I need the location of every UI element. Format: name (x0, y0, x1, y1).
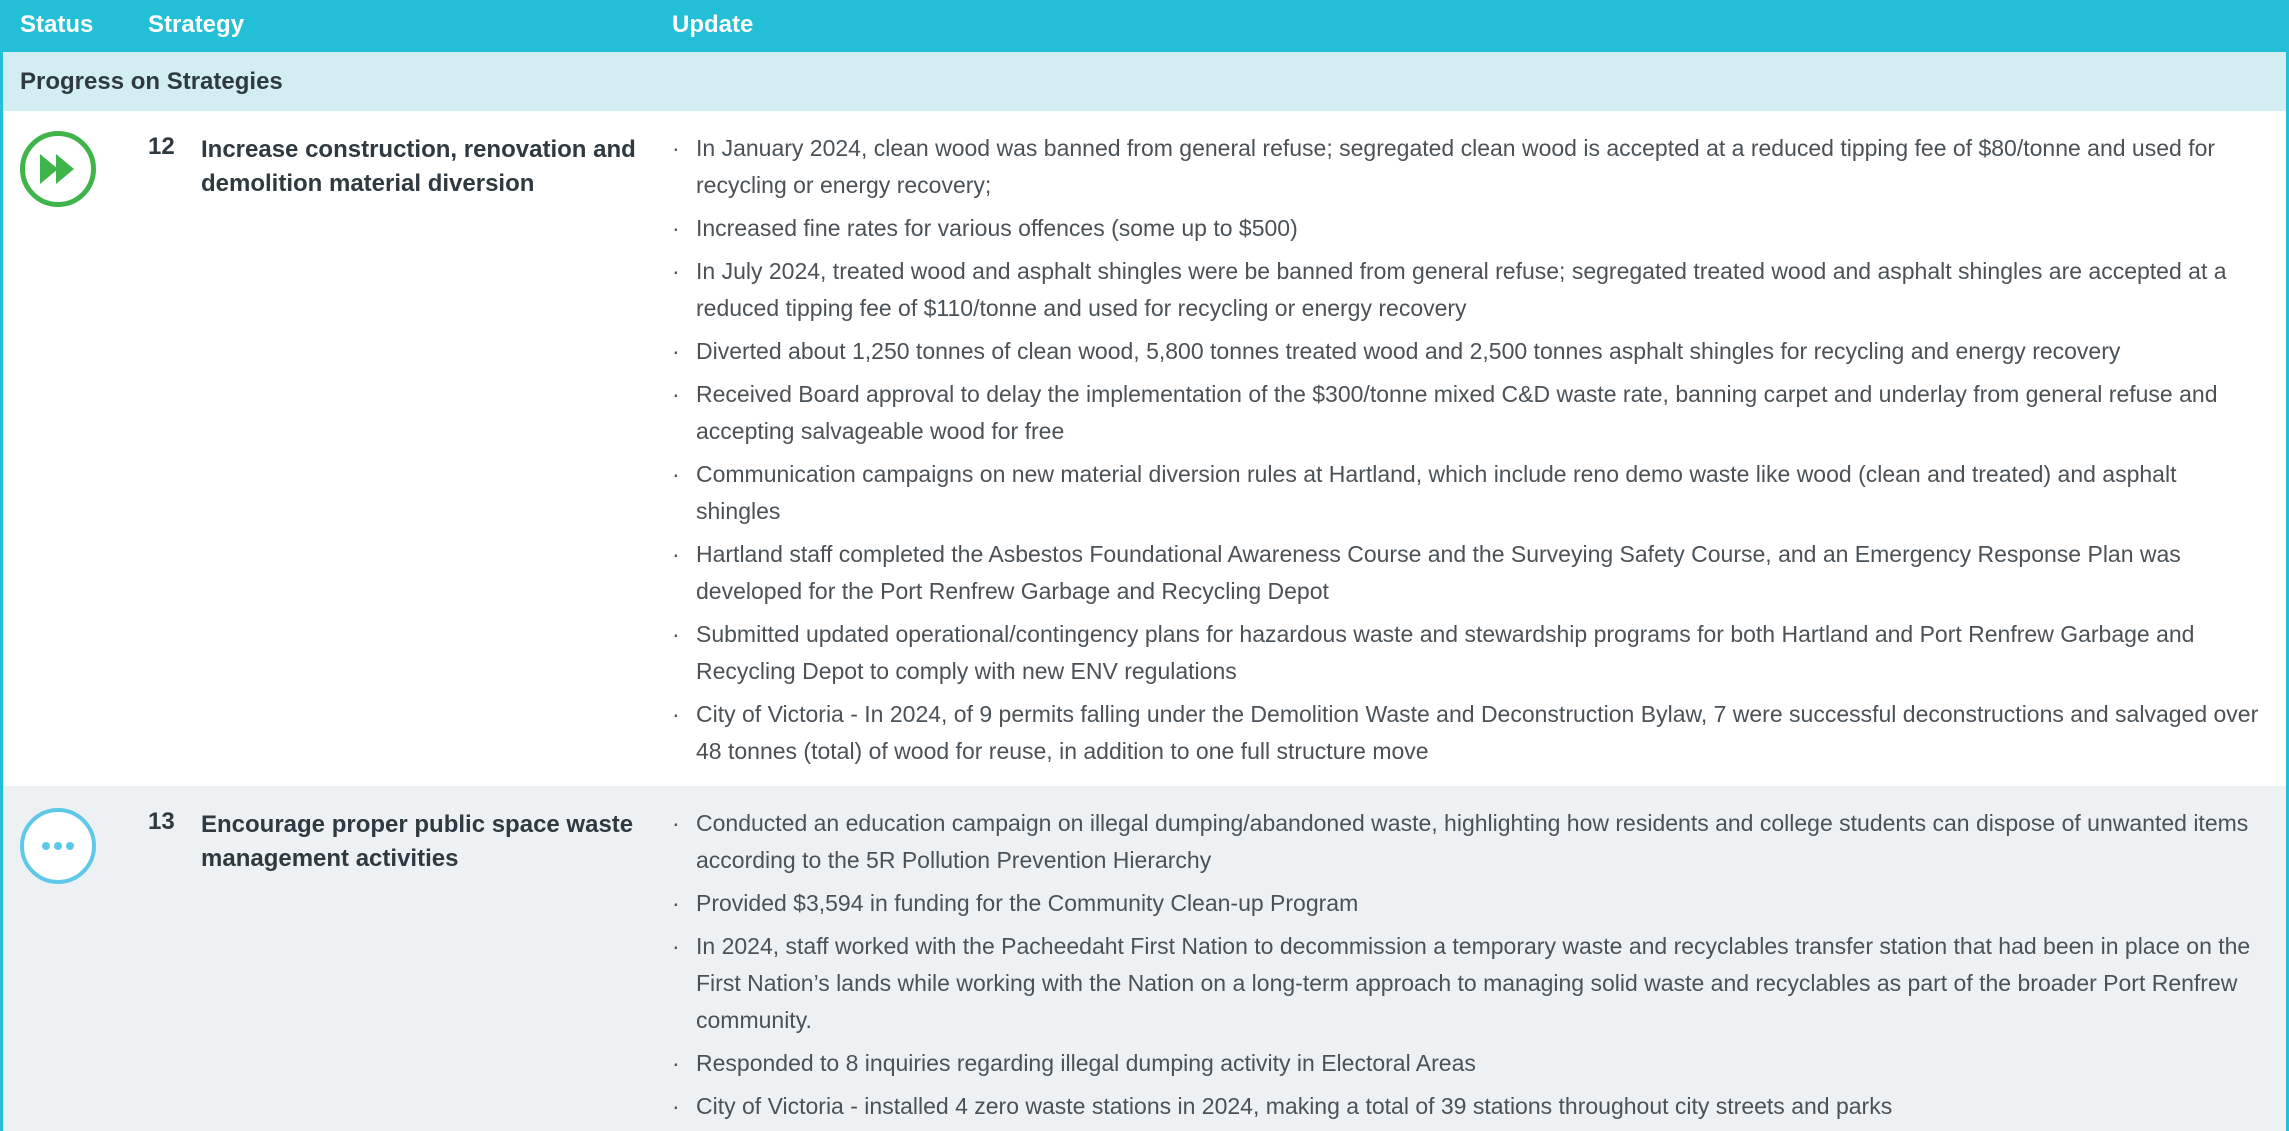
list-item: · Hartland staff completed the Asbestos F… (672, 536, 2262, 610)
update-text: Hartland staff completed the Asbestos Fo… (696, 541, 2181, 604)
bullet-icon: · (672, 1050, 680, 1076)
update-text: In 2024, staff worked with the Pacheedah… (696, 933, 2251, 1033)
bullet-icon: · (672, 933, 680, 959)
list-item: · City of Victoria - In 2024, of 9 permit… (672, 696, 2262, 770)
list-item: · Provided $3,594 in funding for the Comm… (672, 885, 2262, 922)
list-item: · Received Board approval to delay the im… (672, 376, 2262, 450)
update-text: In July 2024, treated wood and asphalt s… (696, 258, 2227, 321)
list-item: · City of Victoria - installed 4 zero was… (672, 1088, 2262, 1125)
bullet-icon: · (672, 381, 680, 407)
header-strategy: Strategy (148, 11, 245, 38)
update-text: Responded to 8 inquiries regarding illeg… (696, 1050, 1476, 1076)
update-text: City of Victoria - In 2024, of 9 permits… (696, 701, 2259, 764)
update-text: Communication campaigns on new material … (696, 461, 2177, 524)
bullet-icon: · (672, 215, 680, 241)
list-item: · Communication campaigns on new material… (672, 456, 2262, 530)
list-item: · Conducted an education campaign on ille… (672, 805, 2262, 879)
table-left-border (0, 0, 3, 1131)
strategy-title: Encourage proper public space waste mana… (201, 811, 634, 872)
section-heading-row: Progress on Strategies (0, 52, 2289, 111)
header-update: Update (672, 11, 754, 38)
update-text: Received Board approval to delay the imp… (696, 381, 2218, 444)
update-list: · In January 2024, clean wood was banned … (672, 130, 2262, 776)
header-status: Status (20, 11, 94, 38)
bullet-icon: · (672, 621, 680, 647)
update-text: Provided $3,594 in funding for the Commu… (696, 890, 1359, 916)
section-title: Progress on Strategies (20, 68, 283, 95)
ellipsis-icon (20, 808, 96, 884)
list-item: · Diverted about 1,250 tonnes of clean wo… (672, 333, 2262, 370)
bullet-icon: · (672, 258, 680, 284)
bullet-icon: · (672, 1093, 680, 1119)
bullet-icon: · (672, 135, 680, 161)
table-row: 13 Encourage proper public space waste m… (0, 786, 2289, 1131)
table-header: Status Strategy Update (0, 0, 2289, 52)
update-text: Submitted updated operational/contingenc… (696, 621, 2195, 684)
strategy-number: 13 (148, 808, 175, 835)
update-text: In January 2024, clean wood was banned f… (696, 135, 2216, 198)
update-text: City of Victoria - installed 4 zero wast… (696, 1093, 1893, 1119)
list-item: · Submitted updated operational/contingen… (672, 616, 2262, 690)
table-row: 12 Increase construction, renovation and… (0, 111, 2289, 786)
fast-forward-icon (20, 131, 96, 207)
list-item: · In January 2024, clean wood was banned … (672, 130, 2262, 204)
update-text: Increased fine rates for various offence… (696, 215, 1298, 241)
list-item: · Responded to 8 inquiries regarding ille… (672, 1045, 2262, 1082)
bullet-icon: · (672, 338, 680, 364)
bullet-icon: · (672, 541, 680, 567)
strategy-number: 12 (148, 133, 175, 160)
bullet-icon: · (672, 890, 680, 916)
update-text: Conducted an education campaign on illeg… (696, 810, 2249, 873)
list-item: · Increased fine rates for various offenc… (672, 210, 2262, 247)
bullet-icon: · (672, 461, 680, 487)
bullet-icon: · (672, 701, 680, 727)
bullet-icon: · (672, 810, 680, 836)
list-item: · In 2024, staff worked with the Pacheeda… (672, 928, 2262, 1039)
list-item: · In July 2024, treated wood and asphalt … (672, 253, 2262, 327)
update-text: Diverted about 1,250 tonnes of clean woo… (696, 338, 2121, 364)
update-list: · Conducted an education campaign on ille… (672, 805, 2262, 1131)
strategy-title: Increase construction, renovation and de… (201, 136, 636, 197)
